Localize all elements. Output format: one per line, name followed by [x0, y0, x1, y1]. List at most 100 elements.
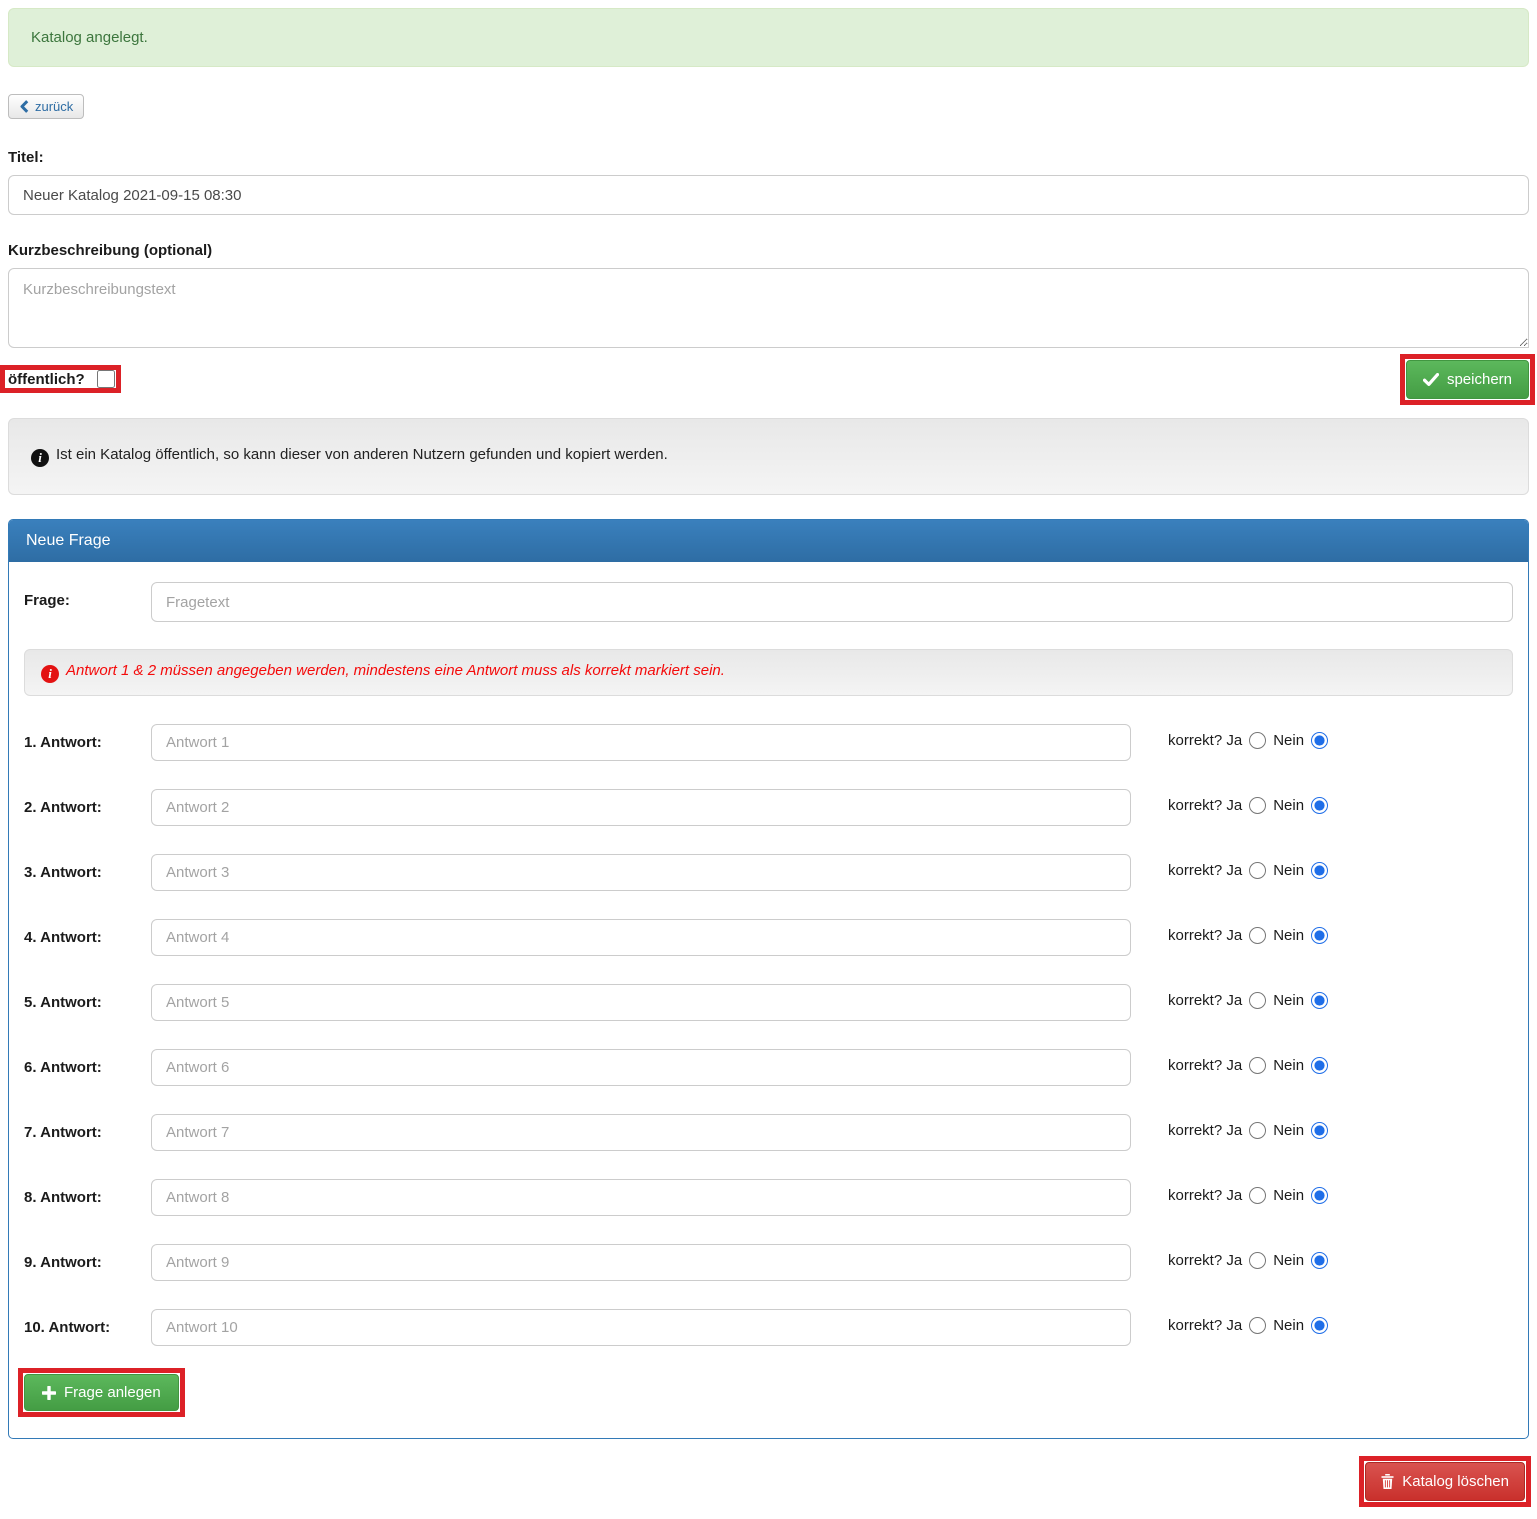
save-button[interactable]: speichern: [1406, 360, 1529, 399]
answer-row: 4. Antwort: korrekt? JaNein: [24, 919, 1513, 956]
answer-input-9[interactable]: [151, 1244, 1131, 1281]
back-button-label: zurück: [35, 100, 73, 113]
public-checkbox-group: öffentlich?: [8, 370, 115, 388]
answer-label: 5. Antwort:: [24, 984, 151, 1013]
correct-yes-radio-4[interactable]: [1249, 927, 1266, 944]
footer-bar: Katalog löschen: [8, 1462, 1529, 1511]
answer-label: 3. Antwort:: [24, 854, 151, 883]
answer-label: 10. Antwort:: [24, 1309, 151, 1338]
correct-yes-label: korrekt? Ja: [1168, 1057, 1242, 1074]
correct-yes-label: korrekt? Ja: [1168, 1122, 1242, 1139]
correct-no-radio-4[interactable]: [1311, 927, 1328, 944]
correct-radio-group: korrekt? Ja Nein: [1168, 1114, 1328, 1139]
correct-no-label: Nein: [1273, 732, 1304, 749]
correct-no-radio-3[interactable]: [1311, 862, 1328, 879]
correct-yes-label: korrekt? Ja: [1168, 862, 1242, 879]
answers-list: 1. Antwort: korrekt? Ja Nein 2. Antwort: kor…: [24, 724, 1513, 1346]
warning-icon: i: [41, 665, 59, 683]
title-label: Titel:: [8, 149, 1529, 166]
panel-header: Neue Frage: [9, 520, 1528, 562]
correct-no-label: Nein: [1273, 1252, 1304, 1269]
answer-label: 2. Antwort:: [24, 789, 151, 818]
answer-input-10[interactable]: [151, 1309, 1131, 1346]
correct-no-label: Nein: [1273, 797, 1304, 814]
delete-catalog-button[interactable]: Katalog löschen: [1365, 1462, 1525, 1501]
correct-radio-group: korrekt? JaNein: [1168, 1309, 1328, 1334]
correct-no-radio-10[interactable]: [1311, 1317, 1328, 1334]
correct-no-radio-5[interactable]: [1311, 992, 1328, 1009]
correct-yes-label: korrekt? Ja: [1168, 992, 1242, 1009]
answer-label: 7. Antwort:: [24, 1114, 151, 1143]
correct-no-label: Nein: [1273, 1187, 1304, 1204]
public-checkbox[interactable]: [97, 370, 115, 388]
save-button-label: speichern: [1447, 372, 1512, 387]
correct-no-radio-9[interactable]: [1311, 1252, 1328, 1269]
correct-yes-radio-9[interactable]: [1249, 1252, 1266, 1269]
correct-radio-group: korrekt? Ja Nein: [1168, 1179, 1328, 1204]
correct-yes-radio-6[interactable]: [1249, 1057, 1266, 1074]
new-question-panel: Neue Frage Frage: i Antwort 1 & 2 müssen …: [8, 519, 1529, 1439]
correct-no-label: Nein: [1273, 1122, 1304, 1139]
correct-yes-label: korrekt? Ja: [1168, 1252, 1242, 1269]
description-label: Kurzbeschreibung (optional): [8, 242, 1529, 259]
delete-catalog-label: Katalog löschen: [1402, 1474, 1509, 1489]
check-icon: [1423, 373, 1439, 386]
add-question-button[interactable]: Frage anlegen: [24, 1374, 179, 1411]
success-alert: Katalog angelegt.: [8, 8, 1529, 67]
answer-label: 6. Antwort:: [24, 1049, 151, 1078]
correct-radio-group: korrekt? JaNein: [1168, 919, 1328, 944]
add-question-label: Frage anlegen: [64, 1385, 161, 1400]
correct-no-radio-7[interactable]: [1311, 1122, 1328, 1139]
answer-input-1[interactable]: [151, 724, 1131, 761]
correct-no-radio-2[interactable]: [1311, 797, 1328, 814]
correct-no-radio-1[interactable]: [1311, 732, 1328, 749]
title-input[interactable]: [8, 175, 1529, 215]
answer-label: 4. Antwort:: [24, 919, 151, 948]
correct-yes-label: korrekt? Ja: [1168, 732, 1242, 749]
answer-label: 9. Antwort:: [24, 1244, 151, 1273]
correct-yes-label: korrekt? Ja: [1168, 1187, 1242, 1204]
correct-no-label: Nein: [1273, 862, 1304, 879]
correct-no-label: Nein: [1273, 992, 1304, 1009]
correct-yes-radio-2[interactable]: [1249, 797, 1266, 814]
answer-input-6[interactable]: [151, 1049, 1131, 1086]
answer-input-4[interactable]: [151, 919, 1131, 956]
correct-radio-group: korrekt? Ja Nein: [1168, 984, 1328, 1009]
info-text: Ist ein Katalog öffentlich, so kann dies…: [56, 446, 668, 463]
answer-row: 9. Antwort: korrekt? Ja Nein: [24, 1244, 1513, 1281]
trash-icon: [1381, 1474, 1394, 1489]
answer-input-5[interactable]: [151, 984, 1131, 1021]
public-info-note: i Ist ein Katalog öffentlich, so kann die…: [8, 418, 1529, 495]
correct-no-radio-6[interactable]: [1311, 1057, 1328, 1074]
correct-yes-radio-7[interactable]: [1249, 1122, 1266, 1139]
correct-yes-radio-3[interactable]: [1249, 862, 1266, 879]
answer-label: 1. Antwort:: [24, 724, 151, 753]
correct-yes-radio-10[interactable]: [1249, 1317, 1266, 1334]
answer-row: 1. Antwort: korrekt? Ja Nein: [24, 724, 1513, 761]
correct-no-radio-8[interactable]: [1311, 1187, 1328, 1204]
answer-input-8[interactable]: [151, 1179, 1131, 1216]
public-save-row: öffentlich? speichern: [8, 356, 1529, 402]
answer-input-7[interactable]: [151, 1114, 1131, 1151]
question-label: Frage:: [24, 582, 151, 611]
correct-yes-radio-1[interactable]: [1249, 732, 1266, 749]
answer-row: 10. Antwort: korrekt? JaNein: [24, 1309, 1513, 1346]
answer-row: 5. Antwort: korrekt? Ja Nein: [24, 984, 1513, 1021]
description-textarea[interactable]: [8, 268, 1529, 348]
correct-yes-label: korrekt? Ja: [1168, 797, 1242, 814]
answer-row: 3. Antwort: korrekt? Ja Nein: [24, 854, 1513, 891]
warning-text: Antwort 1 & 2 müssen angegeben werden, m…: [66, 662, 725, 679]
answer-input-2[interactable]: [151, 789, 1131, 826]
answers-warning: i Antwort 1 & 2 müssen angegeben werden, …: [24, 649, 1513, 696]
answer-row: 8. Antwort:korrekt? JaNein: [24, 1179, 1513, 1216]
correct-yes-radio-5[interactable]: [1249, 992, 1266, 1009]
correct-yes-radio-8[interactable]: [1249, 1187, 1266, 1204]
answer-input-3[interactable]: [151, 854, 1131, 891]
correct-no-label: Nein: [1273, 927, 1304, 944]
info-circle-icon: i: [31, 449, 49, 467]
correct-radio-group: korrekt? JaNein: [1168, 1049, 1328, 1074]
correct-radio-group: korrekt? Ja Nein: [1168, 724, 1328, 749]
chevron-left-icon: [19, 100, 29, 113]
question-input[interactable]: [151, 582, 1513, 622]
back-button[interactable]: zurück: [8, 94, 84, 119]
